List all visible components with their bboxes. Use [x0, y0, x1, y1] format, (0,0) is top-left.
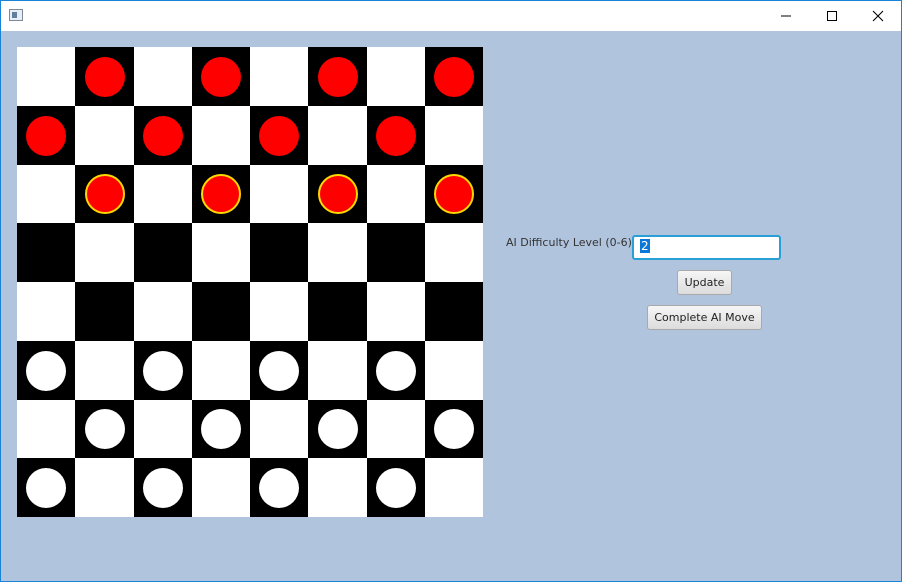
checkers-board — [17, 47, 483, 517]
light-square — [192, 106, 250, 165]
white-checker-piece[interactable] — [26, 467, 66, 508]
white-checker-piece[interactable] — [201, 409, 241, 449]
maximize-button[interactable] — [809, 1, 855, 31]
white-checker-piece[interactable] — [376, 350, 416, 391]
light-square — [367, 165, 425, 223]
red-checker-piece[interactable] — [317, 56, 358, 97]
light-square — [192, 458, 250, 517]
light-square — [308, 223, 367, 282]
light-square — [250, 165, 308, 223]
red-checker-piece[interactable] — [376, 115, 416, 156]
light-square — [134, 400, 192, 458]
maximize-icon — [827, 11, 837, 21]
light-square — [250, 47, 308, 106]
white-checker-piece[interactable] — [143, 350, 183, 391]
light-square — [425, 106, 483, 165]
light-square — [425, 223, 483, 282]
red-checker-piece[interactable] — [259, 115, 299, 156]
difficulty-input[interactable]: 2 — [632, 235, 781, 260]
minimize-button[interactable] — [763, 1, 809, 31]
dark-square[interactable] — [17, 223, 75, 282]
light-square — [425, 341, 483, 400]
light-square — [75, 341, 134, 400]
light-square — [192, 223, 250, 282]
light-square — [308, 106, 367, 165]
red-checker-piece[interactable] — [143, 115, 183, 156]
white-checker-piece[interactable] — [26, 350, 66, 391]
complete-ai-move-button[interactable]: Complete AI Move — [647, 305, 762, 330]
red-checker-piece[interactable] — [201, 174, 241, 214]
light-square — [134, 47, 192, 106]
light-square — [367, 282, 425, 341]
close-button[interactable] — [855, 1, 901, 31]
light-square — [250, 400, 308, 458]
dark-square[interactable] — [75, 282, 134, 341]
light-square — [134, 282, 192, 341]
white-checker-piece[interactable] — [434, 409, 474, 449]
app-window: AI Difficulty Level (0-6): 2 Update Comp… — [0, 0, 902, 582]
light-square — [250, 282, 308, 341]
red-checker-piece[interactable] — [317, 174, 358, 214]
dark-square[interactable] — [192, 282, 250, 341]
light-square — [308, 458, 367, 517]
update-button[interactable]: Update — [677, 270, 732, 295]
dark-square[interactable] — [367, 223, 425, 282]
difficulty-label: AI Difficulty Level (0-6): — [506, 236, 636, 249]
dark-square[interactable] — [134, 223, 192, 282]
dark-square[interactable] — [250, 223, 308, 282]
light-square — [17, 282, 75, 341]
dark-square[interactable] — [308, 282, 367, 341]
red-checker-piece[interactable] — [434, 174, 474, 214]
white-checker-piece[interactable] — [259, 350, 299, 391]
dark-square[interactable] — [425, 282, 483, 341]
light-square — [75, 106, 134, 165]
red-checker-piece[interactable] — [201, 56, 241, 97]
title-bar[interactable] — [1, 1, 901, 31]
white-checker-piece[interactable] — [143, 467, 183, 508]
light-square — [367, 47, 425, 106]
light-square — [17, 47, 75, 106]
minimize-icon — [781, 15, 791, 17]
red-checker-piece[interactable] — [434, 56, 474, 97]
light-square — [134, 165, 192, 223]
difficulty-value: 2 — [640, 239, 650, 253]
light-square — [75, 458, 134, 517]
red-checker-piece[interactable] — [84, 56, 125, 97]
light-square — [75, 223, 134, 282]
light-square — [17, 165, 75, 223]
white-checker-piece[interactable] — [376, 467, 416, 508]
white-checker-piece[interactable] — [317, 409, 358, 449]
light-square — [192, 341, 250, 400]
red-checker-piece[interactable] — [84, 174, 125, 214]
white-checker-piece[interactable] — [259, 467, 299, 508]
red-checker-piece[interactable] — [26, 115, 66, 156]
white-checker-piece[interactable] — [84, 409, 125, 449]
light-square — [308, 341, 367, 400]
close-icon — [872, 10, 884, 22]
light-square — [367, 400, 425, 458]
light-square — [17, 400, 75, 458]
app-window-icon — [9, 9, 23, 21]
light-square — [425, 458, 483, 517]
